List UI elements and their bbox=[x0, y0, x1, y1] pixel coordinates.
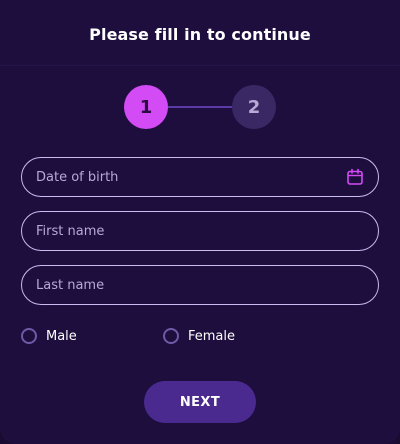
gender-option-male[interactable]: Male bbox=[21, 328, 77, 344]
date-of-birth-placeholder: Date of birth bbox=[36, 169, 119, 185]
step-2-indicator: 2 bbox=[232, 85, 276, 129]
gender-option-female[interactable]: Female bbox=[163, 328, 235, 344]
step-1-label: 1 bbox=[139, 96, 153, 118]
step-2-label: 2 bbox=[247, 96, 261, 118]
next-button[interactable]: NEXT bbox=[144, 381, 256, 423]
male-radio-button[interactable] bbox=[21, 328, 37, 344]
step-progress: 1 2 bbox=[124, 85, 276, 129]
female-radio-label: Female bbox=[188, 328, 236, 344]
next-button-label: NEXT bbox=[179, 394, 221, 410]
male-radio-label: Male bbox=[46, 328, 77, 344]
first-name-placeholder: First name bbox=[36, 223, 105, 239]
registration-modal: Please fill in to continue 1 2 Date of b… bbox=[0, 0, 400, 444]
female-radio-button[interactable] bbox=[163, 328, 179, 344]
modal-header: Please fill in to continue bbox=[0, 0, 400, 66]
last-name-placeholder: Last name bbox=[36, 277, 105, 293]
date-of-birth-field[interactable]: Date of birth bbox=[21, 157, 379, 197]
first-name-field[interactable]: First name bbox=[21, 211, 379, 251]
step-1-indicator: 1 bbox=[124, 85, 168, 129]
last-name-field[interactable]: Last name bbox=[21, 265, 379, 305]
step-connector bbox=[168, 106, 232, 108]
modal-title: Please fill in to continue bbox=[89, 25, 311, 44]
calendar-icon[interactable] bbox=[346, 168, 364, 186]
